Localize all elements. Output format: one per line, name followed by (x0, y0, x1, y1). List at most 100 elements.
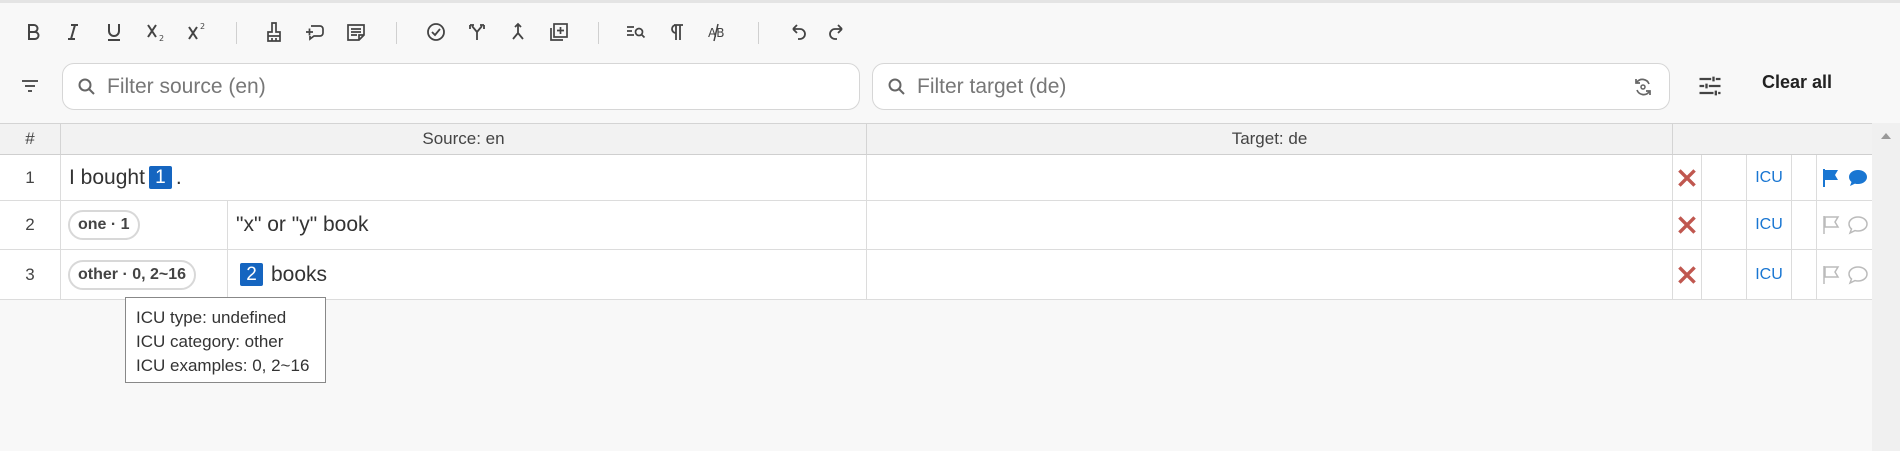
tooltip-icu-category: ICU category: other (136, 332, 284, 351)
flag-outline-icon[interactable] (1819, 263, 1843, 287)
redo-button[interactable] (820, 14, 856, 50)
toolbar-divider (236, 22, 237, 44)
merge-button[interactable] (500, 14, 536, 50)
tooltip-icu-type: ICU type: undefined (136, 308, 287, 327)
superscript-button[interactable]: 2 (179, 14, 215, 50)
search-icon (78, 78, 95, 95)
italic-button[interactable] (55, 14, 91, 50)
tooltip-icu-examples: ICU examples: 0, 2~16 (136, 356, 310, 375)
add-box-icon (550, 23, 568, 41)
filter-menu-button[interactable] (16, 72, 44, 100)
source-text: "x" or "y" book (236, 213, 369, 236)
toolbar-divider (396, 22, 397, 44)
segment-row[interactable]: 1 I bought 1 . ICU (0, 155, 1872, 201)
icu-link[interactable]: ICU (1755, 266, 1783, 284)
status-cell (1702, 250, 1747, 299)
add-segment-button[interactable] (541, 14, 577, 50)
find-replace-button[interactable] (618, 14, 654, 50)
status-cell (1702, 201, 1747, 249)
svg-text:2: 2 (159, 34, 164, 43)
underline-button[interactable] (96, 14, 132, 50)
placeholder-tag[interactable]: 1 (148, 166, 172, 189)
validate-button[interactable] (418, 14, 454, 50)
segment-number: 2 (0, 201, 61, 249)
scroll-up-arrow-icon[interactable] (1878, 130, 1894, 142)
column-header-actions (1673, 123, 1872, 155)
search-icon (888, 78, 905, 95)
subscript-button[interactable]: 2 (138, 14, 174, 50)
tag-insert-icon (306, 25, 324, 41)
settings-sliders-icon[interactable] (1696, 72, 1724, 100)
icu-category-pill[interactable]: other · 0, 2~16 (68, 259, 197, 290)
source-text-end: . (175, 165, 182, 189)
comment-icon[interactable] (1846, 166, 1870, 190)
text-snippet-icon (347, 24, 365, 41)
segment-row[interactable]: 3 other · 0, 2~16 2 books ICU (0, 250, 1872, 300)
search-refresh-icon[interactable] (1631, 75, 1655, 99)
redo-icon (829, 24, 843, 40)
insert-text-button[interactable] (338, 14, 374, 50)
segment-row[interactable]: 2 one · 1 "x" or "y" book ICU (0, 201, 1872, 250)
toolbar-divider (598, 22, 599, 44)
segment-number: 3 (0, 250, 61, 299)
bold-button[interactable] (15, 14, 51, 50)
target-cell[interactable] (867, 201, 1673, 249)
target-cell[interactable] (867, 250, 1673, 299)
icu-link[interactable]: ICU (1755, 216, 1783, 234)
segment-number: 1 (0, 155, 61, 200)
top-border (0, 0, 1900, 3)
split-icon (469, 24, 485, 40)
target-filter-box (872, 63, 1670, 110)
target-cell[interactable] (867, 155, 1673, 200)
subscript-icon: 2 (147, 24, 164, 43)
column-header-number: # (0, 123, 61, 155)
icu-category-cell: other · 0, 2~16 (61, 250, 228, 299)
editor-toolbar: 2 2 AB (0, 14, 1900, 50)
merge-icon (512, 22, 524, 40)
icu-category-pill[interactable]: one · 1 (68, 210, 140, 240)
source-cell[interactable]: I bought 1 . (61, 155, 867, 200)
filter-icon (22, 80, 38, 92)
insert-tag-button[interactable] (297, 14, 333, 50)
toolbar-divider (758, 22, 759, 44)
comment-outline-icon[interactable] (1846, 263, 1870, 287)
column-header-source[interactable]: Source: en (61, 123, 867, 155)
target-filter-input[interactable] (917, 74, 1669, 99)
flag-comment-cell (1817, 201, 1872, 249)
spacer-cell (1792, 155, 1817, 200)
branch-button[interactable] (459, 14, 495, 50)
spellcheck-icon: AB (708, 23, 724, 42)
source-filter-input[interactable] (107, 74, 859, 99)
flag-icon[interactable] (1819, 166, 1843, 190)
clear-all-button[interactable]: Clear all (1762, 72, 1832, 93)
source-text: books (271, 262, 328, 286)
comment-outline-icon[interactable] (1846, 213, 1870, 237)
delete-cell (1673, 155, 1702, 200)
column-header-target[interactable]: Target: de (867, 123, 1673, 155)
icu-tooltip: ICU type: undefined ICU category: other … (125, 297, 326, 383)
vertical-scrollbar[interactable] (1872, 123, 1900, 451)
pilcrow-icon (671, 24, 683, 40)
delete-cell (1673, 201, 1702, 249)
source-cell[interactable]: 2 books (228, 250, 867, 299)
svg-text:2: 2 (200, 22, 205, 31)
flag-outline-icon[interactable] (1819, 213, 1843, 237)
placeholder-tag[interactable]: 2 (240, 263, 263, 286)
icu-cell: ICU (1747, 201, 1792, 249)
formatting-marks-button[interactable] (659, 14, 695, 50)
clear-format-button[interactable] (256, 14, 292, 50)
icu-link[interactable]: ICU (1755, 169, 1783, 187)
undo-icon (792, 24, 806, 40)
icu-category-cell: one · 1 (61, 201, 228, 249)
source-cell[interactable]: "x" or "y" book (228, 201, 867, 249)
delete-x-icon[interactable] (1674, 262, 1700, 288)
undo-button[interactable] (779, 14, 815, 50)
check-circle-icon (427, 23, 445, 41)
flag-comment-cell (1817, 250, 1872, 299)
delete-x-icon[interactable] (1674, 212, 1700, 238)
source-filter-box (62, 63, 860, 110)
underline-icon (108, 24, 120, 41)
delete-x-icon[interactable] (1674, 165, 1700, 191)
delete-cell (1673, 250, 1702, 299)
spellcheck-button[interactable]: AB (700, 14, 736, 50)
